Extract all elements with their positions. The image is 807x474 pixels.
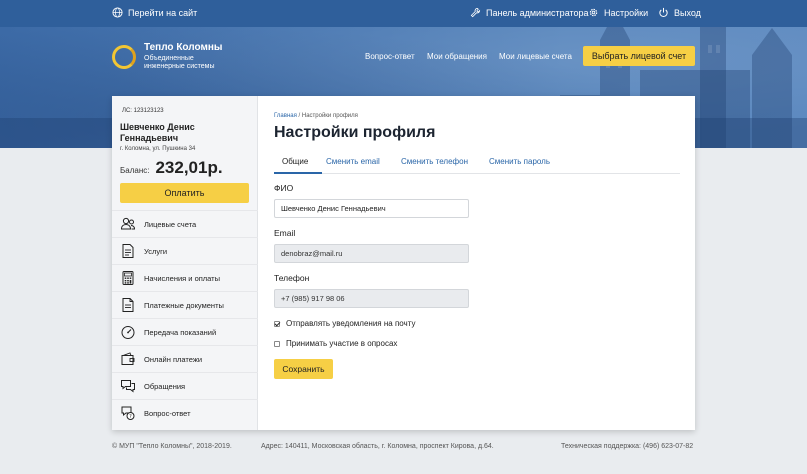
pay-button[interactable]: Оплатить: [120, 183, 249, 203]
balance-value: 232,01р.: [155, 158, 223, 177]
sidebar-menu: Лицевые счета Услуги Начисления и оплаты…: [112, 210, 258, 426]
sidebar-item-charges[interactable]: Начисления и оплаты: [112, 264, 258, 291]
phone-field: +7 (985) 917 98 06: [274, 289, 469, 308]
wallet-icon: [121, 352, 135, 365]
notify-email-checkbox[interactable]: [274, 320, 280, 327]
breadcrumb: Главная / Настройки профиля: [274, 113, 358, 119]
sidebar-item-label: Лицевые счета: [144, 219, 197, 229]
surveys-checkbox-row[interactable]: Принимать участие в опросах: [274, 339, 397, 348]
page-title: Настройки профиля: [274, 124, 436, 141]
question-icon: ?: [121, 406, 135, 420]
footer-copyright: © МУП "Тепло Коломны", 2018-2019.: [112, 443, 232, 450]
brand-logo[interactable]: Тепло Коломны Объединенные инженерные си…: [112, 42, 222, 71]
sidebar-item-label: Передача показаний: [144, 327, 217, 337]
breadcrumb-home[interactable]: Главная: [274, 113, 297, 119]
sidebar-item-services[interactable]: Услуги: [112, 237, 258, 264]
sidebar-item-accounts[interactable]: Лицевые счета: [112, 210, 258, 237]
phone-label: Телефон: [274, 273, 310, 283]
profile-card: ЛС: 123123123 Шевченко Денис Геннадьевич…: [112, 96, 695, 430]
notify-email-checkbox-row[interactable]: Отправлять уведомления на почту: [274, 319, 415, 328]
sidebar-item-label: Платежные документы: [144, 300, 224, 310]
sidebar-item-online-payments[interactable]: Онлайн платежи: [112, 345, 258, 372]
email-field: denobraz@mail.ru: [274, 244, 469, 263]
nav-my-accounts[interactable]: Мои лицевые счета: [499, 52, 572, 61]
gauge-icon: [121, 326, 135, 339]
globe-icon: [112, 7, 123, 18]
chat-icon: [121, 380, 135, 393]
receipt-icon: [122, 298, 134, 312]
gear-icon: [589, 8, 598, 17]
sidebar-item-label: Услуги: [144, 246, 168, 256]
document-icon: [122, 244, 134, 258]
logo-subtitle-2: инженерные системы: [144, 63, 215, 70]
account-sidebar: ЛС: 123123123 Шевченко Денис Геннадьевич…: [112, 96, 258, 430]
settings-link[interactable]: Настройки: [588, 7, 648, 18]
sidebar-item-label: Обращения: [144, 381, 186, 391]
tab-change-email[interactable]: Сменить email: [326, 157, 380, 166]
users-icon: [120, 217, 136, 230]
sidebar-item-requests[interactable]: Обращения: [112, 372, 258, 399]
email-label: Email: [274, 228, 296, 238]
breadcrumb-current: Настройки профиля: [301, 113, 358, 119]
wrench-icon: [470, 7, 481, 18]
settings-label: Настройки: [604, 7, 649, 18]
active-tab-indicator: [274, 172, 322, 174]
fio-input[interactable]: Шевченко Денис Геннадьевич: [274, 199, 469, 218]
sidebar-item-meter-readings[interactable]: Передача показаний: [112, 318, 258, 345]
logo-subtitle-1: Объединенные: [144, 55, 194, 62]
surveys-label: Принимать участие в опросах: [286, 339, 398, 348]
sidebar-item-faq[interactable]: ? Вопрос-ответ: [112, 399, 258, 426]
sidebar-item-label: Онлайн платежи: [144, 354, 203, 364]
svg-text:?: ?: [129, 414, 132, 420]
sidebar-item-label: Начисления и оплаты: [144, 273, 221, 283]
fio-label: ФИО: [274, 183, 294, 193]
nav-faq[interactable]: Вопрос-ответ: [365, 52, 415, 61]
logout-label: Выход: [674, 7, 701, 18]
tab-general[interactable]: Общие: [282, 157, 308, 166]
admin-panel-link[interactable]: Панель администратора: [470, 7, 589, 18]
tab-change-phone[interactable]: Сменить телефон: [401, 157, 468, 166]
balance: Баланс: 232,01р.: [120, 158, 223, 178]
profile-settings-content: Главная / Настройки профиля Настройки пр…: [274, 96, 695, 430]
breadcrumb-separator: /: [298, 113, 301, 119]
account-number: ЛС: 123123123: [122, 108, 164, 114]
account-address: г. Коломна, ул. Пушкина 34: [120, 146, 196, 152]
surveys-checkbox[interactable]: [274, 340, 280, 347]
footer-support: Техническая поддержка: (496) 623-07-82: [561, 443, 694, 450]
logo-ring-icon: [112, 44, 136, 69]
site-link-label: Перейти на сайт: [128, 7, 198, 18]
sidebar-item-payment-docs[interactable]: Платежные документы: [112, 291, 258, 318]
save-button[interactable]: Сохранить: [274, 359, 333, 379]
nav-my-requests[interactable]: Мои обращения: [427, 52, 487, 61]
balance-label: Баланс:: [120, 166, 150, 175]
power-icon: [659, 7, 668, 18]
footer-address: Адрес: 140411, Московская область, г. Ко…: [261, 443, 494, 450]
sidebar-item-label: Вопрос-ответ: [144, 408, 191, 418]
account-holder-name: Шевченко Денис Геннадьевич: [120, 122, 195, 143]
profile-tabs: Общие Сменить email Сменить телефон Смен…: [274, 154, 680, 174]
tab-change-password[interactable]: Сменить пароль: [489, 157, 550, 166]
site-link[interactable]: Перейти на сайт: [112, 7, 197, 18]
admin-panel-label: Панель администратора: [486, 7, 589, 18]
logo-title: Тепло Коломны: [144, 42, 223, 53]
choose-account-button[interactable]: Выбрать лицевой счет: [583, 46, 695, 66]
logout-link[interactable]: Выход: [658, 7, 701, 18]
notify-email-label: Отправлять уведомления на почту: [286, 319, 416, 328]
calculator-icon: [122, 271, 134, 285]
top-bar: Перейти на сайт Панель администратора На…: [0, 0, 807, 27]
